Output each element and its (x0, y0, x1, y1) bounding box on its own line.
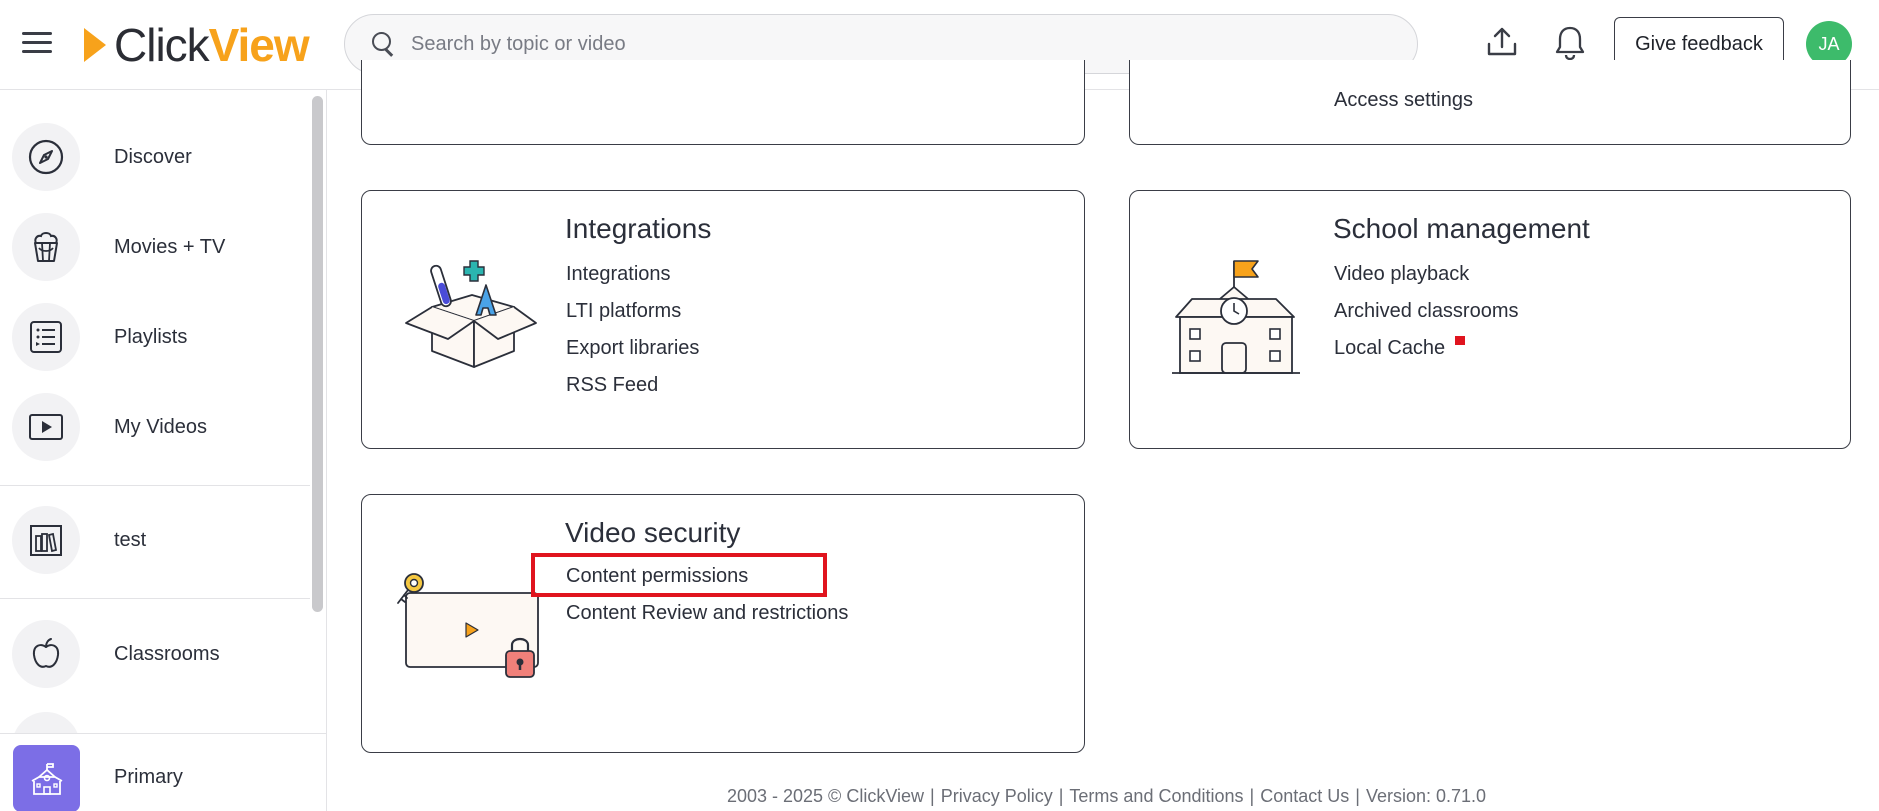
link-integrations[interactable]: Integrations (566, 263, 671, 286)
link-content-review-restrictions[interactable]: Content Review and restrictions (566, 602, 848, 625)
sidebar-item-label: Playlists (114, 325, 188, 348)
footer-privacy-link[interactable]: Privacy Policy (941, 786, 1053, 806)
card-partial-left (361, 60, 1085, 145)
card-title: Integrations (565, 213, 712, 244)
menu-icon[interactable] (22, 28, 58, 58)
library-icon (12, 506, 80, 574)
search-icon (371, 31, 397, 57)
link-archived-classrooms[interactable]: Archived classrooms (1334, 300, 1519, 323)
footer-terms-link[interactable]: Terms and Conditions (1069, 786, 1243, 806)
card-partial-right: Access settings (1129, 60, 1851, 145)
link-content-permissions[interactable]: Content permissions (566, 565, 748, 588)
sidebar-item-my-videos[interactable]: My Videos (0, 387, 310, 467)
link-access-settings[interactable]: Access settings (1334, 89, 1473, 112)
link-rss-feed[interactable]: RSS Feed (566, 374, 658, 397)
box-illustration-icon (405, 260, 537, 368)
sidebar-item-classrooms[interactable]: Classrooms (0, 614, 310, 694)
logo-text-view: View (208, 19, 310, 71)
link-local-cache[interactable]: Local Cache (1334, 337, 1445, 360)
card-title: Video security (565, 517, 741, 548)
sidebar-item-label: Discover (114, 145, 192, 168)
footer: 2003 - 2025 © ClickView | Privacy Policy | T… (0, 786, 1879, 807)
footer-version: Version: 0.71.0 (1365, 786, 1487, 806)
sidebar-item-label: Classrooms (114, 642, 220, 665)
sidebar-item-label: My Videos (114, 415, 208, 438)
play-square-icon (12, 393, 80, 461)
footer-separator: | (1058, 786, 1064, 806)
sidebar-item-label: test (114, 528, 147, 551)
sidebar-divider (0, 598, 310, 599)
clickview-logo[interactable]: Click View (84, 19, 310, 71)
logo-text-click: Click (114, 19, 210, 71)
footer-separator: | (1355, 786, 1360, 806)
sidebar-item-discover[interactable]: Discover (0, 117, 310, 197)
link-lti-platforms[interactable]: LTI platforms (566, 300, 681, 323)
link-video-playback[interactable]: Video playback (1334, 263, 1469, 286)
apple-icon (12, 620, 80, 688)
list-icon (12, 303, 80, 371)
card-integrations: Integrations Integrations LTI platforms … (361, 190, 1085, 449)
sidebar-scrollbar[interactable] (312, 96, 323, 612)
sidebar-item-movies-tv[interactable]: Movies + TV (0, 207, 310, 287)
school-building-icon (1172, 260, 1300, 374)
video-lock-illustration-icon (397, 573, 539, 678)
card-video-security: Video security Content permissions Conte… (361, 494, 1085, 753)
search-input[interactable] (411, 32, 1371, 56)
sidebar-item-label: Movies + TV (114, 235, 226, 258)
red-marker (1455, 336, 1465, 345)
sidebar: Discover Movies + TV Playlists My Videos… (0, 90, 327, 811)
footer-copyright: 2003 - 2025 © ClickView (726, 786, 925, 806)
footer-separator: | (1249, 786, 1255, 806)
footer-contact-link[interactable]: Contact Us (1260, 786, 1349, 806)
footer-separator: | (930, 786, 935, 806)
card-title: School management (1333, 213, 1590, 244)
upload-icon[interactable] (1484, 24, 1520, 60)
sidebar-divider (0, 485, 310, 486)
logo-play-icon (84, 28, 106, 62)
compass-icon (12, 123, 80, 191)
sidebar-item-test[interactable]: test (0, 500, 310, 580)
popcorn-icon (12, 213, 80, 281)
bell-icon[interactable] (1552, 24, 1588, 62)
sidebar-item-playlists[interactable]: Playlists (0, 297, 310, 377)
link-export-libraries[interactable]: Export libraries (566, 337, 699, 360)
card-school-management: School management Video playback Archive… (1129, 190, 1851, 449)
